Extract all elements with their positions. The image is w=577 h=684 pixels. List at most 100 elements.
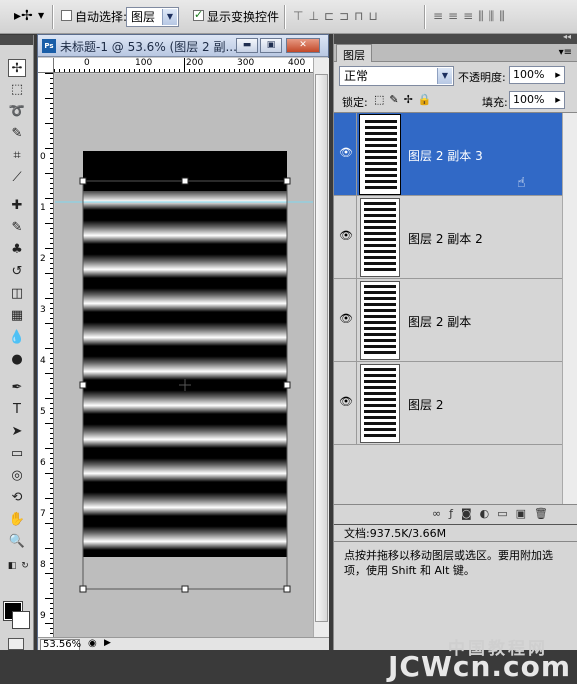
striped-layer <box>83 191 287 557</box>
ruler-tick <box>50 613 53 614</box>
type-tool-icon[interactable]: T <box>8 401 26 419</box>
ruler-tick <box>84 69 85 72</box>
ruler-tick <box>45 623 53 624</box>
path-select-icon[interactable]: ➤ <box>8 423 26 441</box>
ruler-tick <box>50 608 53 609</box>
ruler-tick <box>50 553 53 554</box>
chevron-right-icon[interactable]: ▶ <box>104 638 111 648</box>
eye-icon[interactable]: 👁 <box>338 146 354 160</box>
close-button[interactable]: ✕ <box>286 38 320 53</box>
3d-orbit-icon[interactable]: ⟲ <box>8 489 26 507</box>
eye-icon[interactable]: 👁 <box>338 312 354 326</box>
ruler-tick <box>50 318 53 319</box>
layer-action-icons[interactable]: ∞ƒ◙◐▭▣🗑 <box>432 507 556 520</box>
lock-icons[interactable]: ⬚✎✢🔒 <box>374 93 437 106</box>
ruler-tick <box>45 348 53 349</box>
layers-panel: ◂◂ 图层 ▾≡ 正常 ▼ 不透明度: 100% ▶ 锁定: ⬚✎✢🔒 填充: … <box>333 32 577 650</box>
quick-mask-icon[interactable] <box>8 638 24 650</box>
zoom-tool-icon[interactable]: 🔍 <box>8 533 26 551</box>
ruler-tick <box>50 468 53 469</box>
shape-tool-icon[interactable]: ▭ <box>8 445 26 463</box>
document-title: 未标题-1 @ 53.6% (图层 2 副... <box>60 40 237 54</box>
chevron-down-icon[interactable]: ▼ <box>38 11 44 20</box>
chevron-right-icon[interactable]: ▶ <box>552 92 564 108</box>
layer-row[interactable]: 👁 图层 2 <box>334 362 562 445</box>
tab-layers[interactable]: 图层 <box>336 44 372 62</box>
toolbox: ✢ ⬚ ➰ ✎ ⌗ ⟋ ✚ ✎ ♣ ↺ ◫ ▦ 💧 ● ✒ T ➤ ▭ ◎ ⟲ … <box>0 35 34 650</box>
status-info-icon[interactable]: ◉ <box>88 638 97 649</box>
vertical-ruler[interactable]: 0 1 2 3 4 5 6 7 8 9 <box>38 73 54 637</box>
move-tool-icon[interactable]: ▸✢ <box>14 8 33 24</box>
canvas-area[interactable] <box>55 74 313 637</box>
distribute-icons[interactable]: ≡≡≡⫼⫼⫼ <box>433 9 510 24</box>
marquee-tool-icon[interactable]: ⬚ <box>8 81 26 99</box>
swap-colors-icon[interactable]: ↻ <box>16 557 34 575</box>
ruler-origin[interactable] <box>38 58 54 73</box>
minimize-button[interactable]: ▬ <box>236 38 258 53</box>
eye-icon[interactable]: 👁 <box>338 395 354 409</box>
layer-name: 图层 2 副本 3 <box>408 149 483 163</box>
crop-tool-icon[interactable]: ⌗ <box>8 147 26 165</box>
ruler-label: 6 <box>40 458 46 468</box>
show-transform-checkbox[interactable] <box>193 8 204 21</box>
layer-row[interactable]: 👁 图层 2 副本 2 <box>334 196 562 279</box>
ruler-tick <box>50 143 53 144</box>
divider <box>356 362 357 445</box>
layer-row[interactable]: 👁 图层 2 副本 <box>334 279 562 362</box>
ruler-tick <box>50 328 53 329</box>
ruler-tick <box>50 393 53 394</box>
maximize-button[interactable]: ▣ <box>260 38 282 53</box>
panel-grip[interactable]: ◂◂ <box>334 32 577 44</box>
gradient-tool-icon[interactable]: ▦ <box>8 307 26 325</box>
ruler-tick <box>50 293 53 294</box>
collapse-icon[interactable]: ◂◂ <box>563 32 571 41</box>
document-titlebar[interactable]: Ps 未标题-1 @ 53.6% (图层 2 副... ▬ ▣ ✕ <box>38 35 328 57</box>
layers-scrollbar[interactable] <box>562 113 577 505</box>
move-tool-icon[interactable]: ✢ <box>8 59 26 77</box>
blur-tool-icon[interactable]: 💧 <box>8 329 26 347</box>
vertical-scrollbar[interactable] <box>313 58 329 637</box>
healing-brush-icon[interactable]: ✚ <box>8 197 26 215</box>
ruler-tick <box>45 448 53 449</box>
lasso-tool-icon[interactable]: ➰ <box>8 103 26 121</box>
auto-select-value: 图层 <box>131 10 156 24</box>
ruler-tick <box>50 268 53 269</box>
horizontal-ruler[interactable]: 0 100 200 300 400 <box>54 58 313 73</box>
toolbox-grip[interactable] <box>0 35 33 45</box>
3d-rotate-icon[interactable]: ◎ <box>8 467 26 485</box>
brush-tool-icon[interactable]: ✎ <box>8 219 26 237</box>
ruler-tick <box>119 69 120 72</box>
eraser-tool-icon[interactable]: ◫ <box>8 285 26 303</box>
background-color-swatch[interactable] <box>12 611 30 629</box>
ruler-tick <box>234 69 235 72</box>
ruler-tick <box>99 69 100 72</box>
black-fill-area <box>83 151 287 191</box>
layer-thumbnail <box>360 198 400 277</box>
dodge-tool-icon[interactable]: ● <box>8 351 26 369</box>
opacity-field[interactable]: 100% ▶ <box>509 66 565 84</box>
auto-select-checkbox[interactable] <box>61 10 72 21</box>
scroll-thumb[interactable] <box>315 74 328 622</box>
ruler-tick <box>50 458 53 459</box>
fill-field[interactable]: 100% ▶ <box>509 91 565 109</box>
history-brush-icon[interactable]: ↺ <box>8 263 26 281</box>
layer-row[interactable]: 👁 图层 2 副本 3 ☝ <box>334 113 562 196</box>
ruler-tick <box>50 628 53 629</box>
ruler-tick <box>45 323 53 324</box>
panel-menu-icon[interactable]: ▾≡ <box>559 47 572 58</box>
ruler-label: 4 <box>40 356 46 366</box>
stamp-tool-icon[interactable]: ♣ <box>8 241 26 259</box>
ruler-tick <box>169 69 170 72</box>
eyedropper-tool-icon[interactable]: ⟋ <box>8 169 26 187</box>
pen-tool-icon[interactable]: ✒ <box>8 379 26 397</box>
ruler-tick <box>50 433 53 434</box>
eye-icon[interactable]: 👁 <box>338 229 354 243</box>
auto-select-dropdown[interactable]: 图层 ▼ <box>126 7 179 27</box>
align-icons[interactable]: ⊤⊥⊏⊐⊓⊔ <box>293 9 383 23</box>
blend-mode-dropdown[interactable]: 正常 ▼ <box>339 66 454 86</box>
quick-select-tool-icon[interactable]: ✎ <box>8 125 26 143</box>
ruler-tick <box>50 353 53 354</box>
ruler-tick <box>50 343 53 344</box>
chevron-right-icon[interactable]: ▶ <box>552 67 564 83</box>
hand-tool-icon[interactable]: ✋ <box>8 511 26 529</box>
